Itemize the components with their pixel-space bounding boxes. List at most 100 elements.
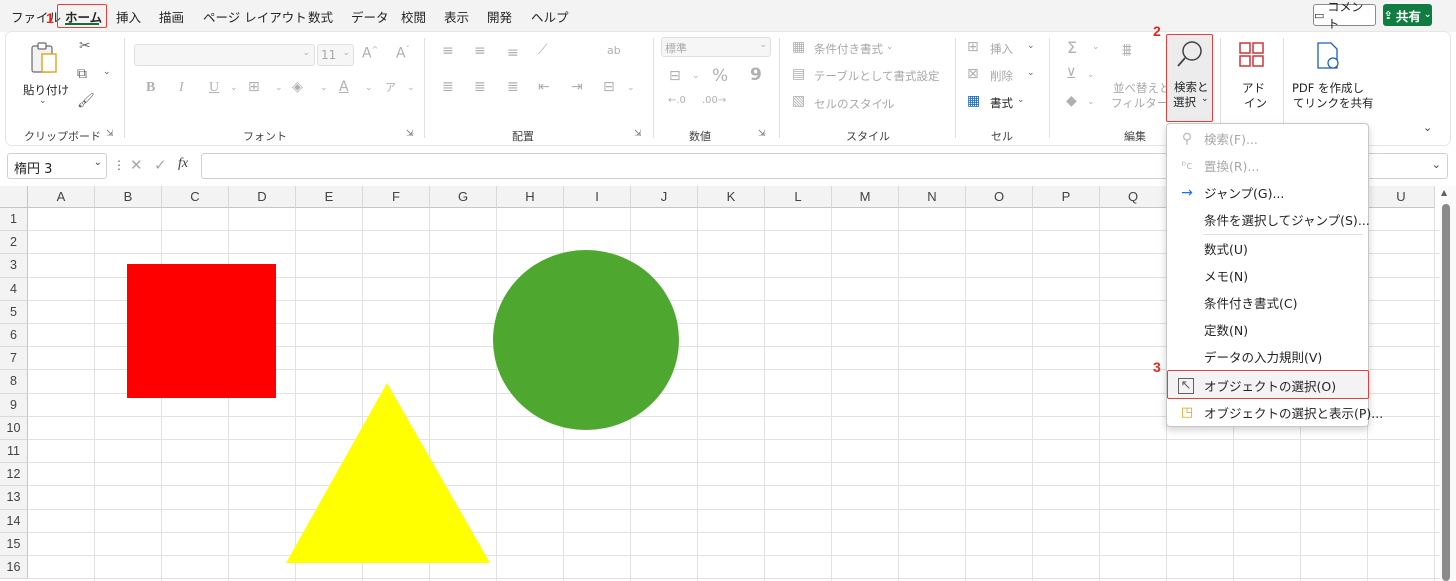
tab-insert[interactable]: 挿入 [116, 7, 141, 26]
menu-item-find[interactable]: ⚲ 検索(F)... [1168, 125, 1368, 152]
collapse-ribbon-icon[interactable]: ⌄ [1423, 121, 1432, 134]
scrollbar-thumb[interactable] [1442, 204, 1450, 581]
column-header[interactable]: C [162, 186, 229, 208]
chevron-down-icon[interactable]: ⌄ [407, 83, 415, 93]
select-all-corner[interactable] [0, 186, 28, 208]
confirm-entry-icon[interactable]: ✓ [154, 156, 167, 174]
format-painter-icon[interactable]: 🖌 [77, 93, 95, 109]
row-header[interactable]: 5 [0, 300, 28, 324]
menu-item-data-validation[interactable]: データの入力規則(V) [1168, 343, 1368, 370]
red-square-shape[interactable] [127, 264, 276, 398]
merge-center-icon[interactable]: ⊟ [603, 79, 615, 95]
menu-item-goto[interactable]: → ジャンプ(G)... [1168, 179, 1368, 206]
chevron-down-icon[interactable]: ⌄ [103, 67, 111, 77]
tab-page-layout[interactable]: ページ レイアウト [203, 7, 307, 26]
tab-data[interactable]: データ [351, 7, 389, 26]
column-header[interactable]: Q [1100, 186, 1167, 208]
column-header[interactable]: L [765, 186, 832, 208]
decrease-font-size-icon[interactable]: Aˇ [396, 45, 410, 62]
chevron-down-icon[interactable]: ⌄ [365, 83, 373, 93]
align-top-icon[interactable]: ≡ [442, 43, 454, 59]
row-header[interactable]: 2 [0, 231, 28, 255]
bold-button[interactable]: B [146, 80, 155, 96]
menu-item-notes[interactable]: メモ(N) [1168, 262, 1368, 289]
menu-item-formulas[interactable]: 数式(U) [1168, 235, 1368, 262]
increase-decimal-icon[interactable]: ←.0 [668, 95, 686, 106]
underline-button[interactable]: U [209, 80, 219, 96]
chevron-down-icon[interactable]: ⌄ [1092, 42, 1100, 52]
tab-help[interactable]: ヘルプ [531, 7, 569, 26]
column-header[interactable]: M [832, 186, 899, 208]
row-header[interactable]: 1 [0, 208, 28, 232]
row-header[interactable]: 14 [0, 509, 28, 533]
row-header[interactable]: 15 [0, 532, 28, 556]
fill-icon[interactable]: ⊻ [1066, 66, 1076, 82]
italic-button[interactable]: I [179, 80, 184, 96]
row-header[interactable]: 6 [0, 324, 28, 348]
dialog-launcher-icon[interactable]: ⇲ [634, 129, 642, 139]
cut-icon[interactable]: ✂ [79, 38, 91, 54]
menu-item-constants[interactable]: 定数(N) [1168, 316, 1368, 343]
chevron-down-icon[interactable]: ⌄ [627, 83, 635, 93]
menu-item-goto-special[interactable]: 条件を選択してジャンプ(S)... [1168, 206, 1370, 233]
yellow-triangle-shape[interactable] [284, 382, 494, 568]
comma-style-button[interactable]: 9 [750, 65, 762, 85]
column-header[interactable]: F [363, 186, 430, 208]
decrease-decimal-icon[interactable]: .00→ [702, 95, 726, 106]
row-header[interactable]: 11 [0, 440, 28, 464]
row-header[interactable]: 4 [0, 277, 28, 301]
column-header[interactable]: U [1368, 186, 1435, 208]
wrap-text-icon[interactable]: ab [607, 44, 621, 57]
align-left-icon[interactable]: ≣ [442, 79, 454, 95]
percent-style-button[interactable]: % [712, 66, 728, 86]
column-header[interactable]: D [229, 186, 296, 208]
tab-review[interactable]: 校閲 [401, 7, 426, 26]
align-middle-icon[interactable]: ≡ [474, 43, 486, 59]
chevron-down-icon[interactable]: ⌄ [1087, 97, 1095, 107]
column-header[interactable]: I [564, 186, 631, 208]
autosum-button[interactable]: Σ [1067, 38, 1077, 57]
column-header[interactable]: G [430, 186, 497, 208]
align-bottom-icon[interactable]: ≡ [507, 45, 519, 61]
column-header[interactable]: H [497, 186, 564, 208]
dialog-launcher-icon[interactable]: ⇲ [758, 129, 766, 139]
comment-button[interactable]: ▭ コメント [1313, 0, 1376, 31]
font-name-dropdown[interactable]: ⌄ [134, 44, 315, 66]
formula-bar-more-icon[interactable]: ⋮ [113, 158, 125, 172]
borders-icon[interactable]: ⊞ [248, 79, 260, 95]
row-header[interactable]: 13 [0, 486, 28, 510]
fill-color-icon[interactable]: ◈ [292, 79, 303, 95]
dialog-launcher-icon[interactable]: ⇲ [106, 129, 114, 139]
number-format-dropdown[interactable]: 標準 ⌄ [661, 37, 771, 57]
share-button[interactable]: ⇪ 共有 ⌄ [1383, 4, 1432, 26]
menu-item-selection-pane[interactable]: ◳ オブジェクトの選択と表示(P)... [1168, 399, 1383, 426]
column-header[interactable]: A [28, 186, 95, 208]
row-header[interactable]: 9 [0, 393, 28, 417]
chevron-down-icon[interactable]: ⌄ [692, 71, 700, 81]
increase-indent-icon[interactable]: ⇥ [571, 79, 583, 95]
cancel-entry-icon[interactable]: ✕ [130, 156, 143, 174]
row-header[interactable]: 12 [0, 463, 28, 487]
row-header[interactable]: 16 [0, 556, 28, 580]
align-center-icon[interactable]: ≣ [474, 79, 486, 95]
column-header[interactable]: E [296, 186, 363, 208]
green-circle-shape[interactable] [490, 248, 682, 432]
column-header[interactable]: P [1033, 186, 1100, 208]
currency-format-icon[interactable]: ⊟ [669, 68, 681, 84]
row-header[interactable]: 10 [0, 416, 28, 440]
row-header[interactable]: 7 [0, 347, 28, 371]
column-header[interactable]: K [698, 186, 765, 208]
column-header[interactable]: J [631, 186, 698, 208]
decrease-indent-icon[interactable]: ⇤ [538, 79, 550, 95]
column-header[interactable]: B [95, 186, 162, 208]
tab-view[interactable]: 表示 [444, 7, 469, 26]
phonetic-guide-icon[interactable]: ア [385, 79, 396, 95]
increase-font-size-icon[interactable]: A^ [362, 45, 378, 62]
name-box[interactable]: 楕円 3 ⌄ [7, 153, 107, 179]
row-header[interactable]: 8 [0, 370, 28, 394]
row-header[interactable]: 3 [0, 254, 28, 278]
font-color-icon[interactable]: A [339, 79, 349, 95]
tab-developer[interactable]: 開発 [487, 7, 512, 26]
column-header[interactable]: N [899, 186, 966, 208]
chevron-down-icon[interactable]: ⌄ [1087, 70, 1095, 80]
